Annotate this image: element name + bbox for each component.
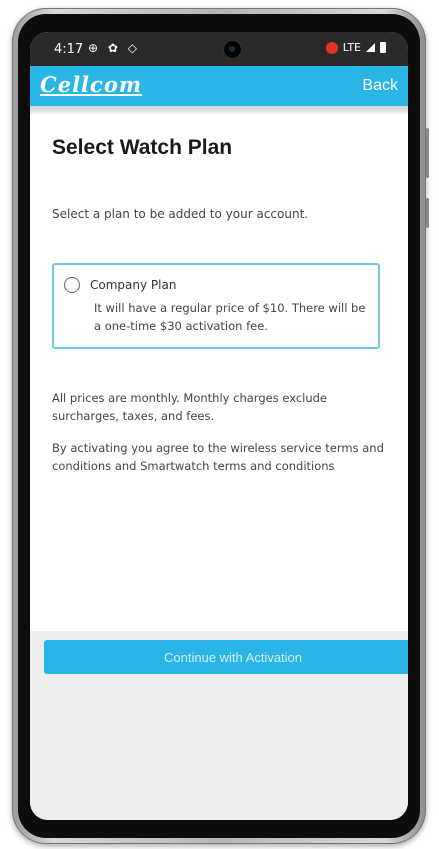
continue-activation-button[interactable]: Continue with Activation [44,640,408,674]
header-shadow [30,106,408,114]
power-button [426,198,429,228]
status-bar: 4:17 ⊕ ✿ ◇ LTE [30,32,408,66]
plan-radio-button[interactable] [64,277,80,293]
status-right-icons: LTE [325,41,386,54]
phone-bezel: 4:17 ⊕ ✿ ◇ LTE Cellcom Back Select Watch… [18,14,420,838]
pricing-note: All prices are monthly. Monthly charges … [52,391,327,423]
front-camera [224,41,241,58]
back-button[interactable]: Back [362,77,398,95]
plan-description: It will have a regular price of $10. The… [94,301,366,333]
notification-icons: ⊕ ✿ ◇ [88,41,140,55]
signal-icon [366,43,375,52]
lte-label: LTE [342,41,361,54]
page-title: Select Watch Plan [52,136,233,159]
phone-screen: 4:17 ⊕ ✿ ◇ LTE Cellcom Back Select Watch… [30,32,408,820]
terms-note: By activating you agree to the wireless … [52,441,384,473]
volume-button [426,128,429,178]
plan-name: Company Plan [90,278,177,292]
status-time: 4:17 [54,42,84,57]
page-subtitle: Select a plan to be added to your accoun… [52,207,309,221]
recording-icon [325,41,338,54]
main-content: Select Watch Plan Select a plan to be ad… [30,114,408,631]
phone-frame: 4:17 ⊕ ✿ ◇ LTE Cellcom Back Select Watch… [12,8,429,844]
cellcom-logo: Cellcom [40,72,143,97]
plan-option-company[interactable]: Company Plan It will have a regular pric… [52,263,380,349]
battery-icon [380,42,386,53]
app-header: Cellcom Back [30,66,408,106]
plan-row: Company Plan [64,277,368,293]
footer-area: Continue with Activation [30,631,408,820]
